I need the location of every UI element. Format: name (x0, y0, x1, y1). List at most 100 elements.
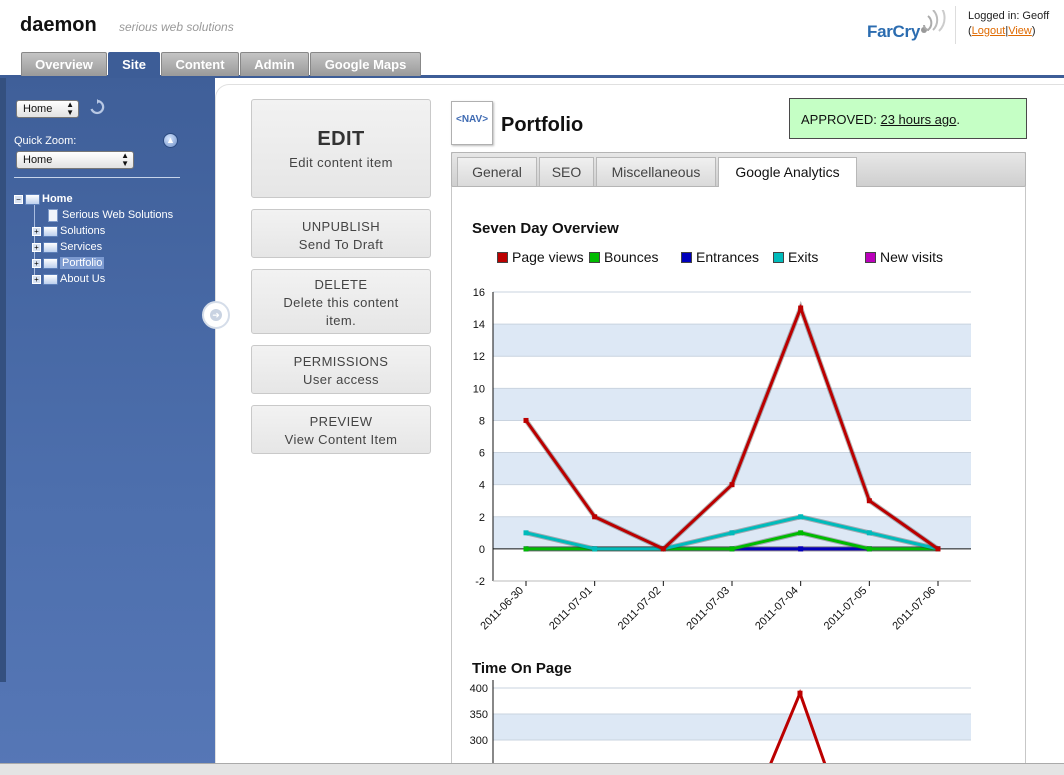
edit-button-subtitle: Edit content item (289, 155, 393, 170)
collapse-sidebar-button[interactable]: ➜ (202, 301, 230, 329)
y-tick-label: 400 (470, 683, 488, 695)
preview-button[interactable]: PREVIEW View Content Item (251, 405, 431, 454)
edit-button[interactable]: EDIT Edit content item (251, 99, 431, 198)
logout-link[interactable]: Logout (972, 25, 1006, 37)
grid-band (493, 324, 971, 357)
refresh-icon[interactable] (89, 99, 105, 115)
tab-miscellaneous[interactable]: Miscellaneous (596, 157, 716, 186)
x-tick-label: 2011-07-01 (547, 585, 595, 633)
unpublish-button[interactable]: UNPUBLISH Send To Draft (251, 209, 431, 258)
delete-button[interactable]: DELETE Delete this content item. (251, 269, 431, 334)
quick-zoom-select[interactable]: Home ▲ ▼ (16, 151, 134, 169)
legend-exits: Exits (773, 249, 818, 265)
chart-title-seven-day-overview: Seven Day Overview (472, 220, 619, 237)
data-point (729, 530, 735, 536)
tree-label: Portfolio (60, 257, 105, 269)
data-point (523, 530, 529, 536)
select-arrows-icon: ▲ ▼ (121, 151, 129, 168)
tree-node-services[interactable]: + Services (32, 240, 102, 254)
tree-node-solutions[interactable]: + Solutions (32, 224, 105, 238)
unpublish-title: UNPUBLISH (301, 219, 380, 234)
status-badge: APPROVED: 23 hours ago. (789, 98, 1027, 139)
folder-icon (43, 241, 58, 253)
permissions-title: PERMISSIONS (293, 354, 389, 369)
legend-swatch (589, 252, 600, 263)
arrow-up-icon[interactable]: ▲ (163, 133, 178, 148)
legend-swatch (681, 252, 692, 263)
data-point (866, 530, 872, 536)
legend-label: Page views (512, 249, 584, 265)
site-tagline: serious web solutions (119, 20, 234, 34)
y-tick-label: 2 (479, 512, 485, 524)
x-tick-label: 2011-07-04 (753, 585, 801, 633)
data-point (866, 498, 872, 504)
folder-icon (43, 273, 58, 285)
status-time-link[interactable]: 23 hours ago (880, 112, 956, 127)
tree-node-about-us[interactable]: + About Us (32, 272, 105, 286)
collapse-minus-icon[interactable]: − (14, 194, 23, 204)
expand-plus-icon[interactable]: + (32, 242, 41, 252)
legend-new-visits: New visits (865, 249, 943, 265)
legend-swatch (773, 252, 784, 263)
permissions-button[interactable]: PERMISSIONS User access (251, 345, 431, 394)
window-bottom-bar (0, 763, 1064, 775)
tree-node-portfolio[interactable]: + Portfolio (32, 256, 105, 270)
x-tick-label: 2011-06-30 (478, 585, 526, 633)
farcry-logo: FarCry (867, 22, 921, 41)
y-tick-label: 350 (470, 709, 488, 721)
tab-google-analytics[interactable]: Google Analytics (718, 157, 857, 187)
tree-label: Services (60, 241, 103, 253)
delete-title: DELETE (314, 277, 368, 292)
expand-plus-icon[interactable]: + (32, 258, 41, 268)
tab-site[interactable]: Site (108, 52, 160, 77)
x-tick-label: 2011-07-06 (890, 585, 938, 633)
nav-type-label: <NAV> (456, 114, 489, 125)
data-point (866, 546, 872, 552)
preview-title: PREVIEW (309, 414, 373, 429)
site-select[interactable]: Home ▲ ▼ (16, 100, 79, 118)
data-point (592, 514, 598, 520)
folder-icon (43, 257, 58, 269)
permissions-subtitle: User access (303, 372, 379, 387)
tree-node-serious-web-solutions[interactable]: Serious Web Solutions (48, 208, 173, 222)
view-link[interactable]: View (1008, 25, 1032, 37)
grid-band (493, 388, 971, 421)
sidebar (0, 78, 215, 775)
grid-band (493, 714, 971, 740)
x-tick-label: 2011-07-02 (616, 585, 664, 633)
data-point (729, 546, 735, 552)
status-label: APPROVED: (801, 112, 877, 127)
data-point (798, 530, 804, 536)
y-tick-label: 6 (479, 448, 485, 460)
chart-title-time-on-page: Time On Page (472, 660, 572, 677)
folder-icon (25, 193, 40, 205)
tab-seo[interactable]: SEO (539, 157, 594, 186)
tab-google-maps[interactable]: Google Maps (310, 52, 421, 76)
tree-label: Serious Web Solutions (62, 209, 174, 221)
y-tick-label: 8 (479, 415, 485, 427)
select-arrows-icon: ▲ ▼ (66, 100, 74, 117)
status-suffix: . (956, 112, 961, 127)
login-info: Logged in: Geoff (Logout|View) (968, 10, 1050, 37)
data-point (660, 546, 666, 552)
tab-overview[interactable]: Overview (21, 52, 107, 76)
data-point (798, 514, 804, 520)
nav-type-icon: <NAV> (451, 101, 493, 145)
tab-admin[interactable]: Admin (240, 52, 309, 76)
expand-plus-icon[interactable]: + (32, 274, 41, 284)
y-tick-label: 0 (479, 544, 485, 556)
tree-node-home[interactable]: − Home (14, 192, 73, 206)
tab-general[interactable]: General (457, 157, 537, 186)
data-point (798, 305, 804, 311)
quick-zoom-label: Quick Zoom: (14, 135, 77, 147)
expand-plus-icon[interactable]: + (32, 226, 41, 236)
site-select-value: Home (23, 103, 53, 115)
document-icon (48, 208, 58, 222)
data-point (523, 417, 529, 423)
legend-label: New visits (880, 249, 944, 265)
legend-label: Bounces (604, 249, 659, 265)
tree-label: Home (42, 193, 73, 205)
tree-label: About Us (60, 273, 106, 285)
folder-icon (43, 225, 58, 237)
tab-content[interactable]: Content (161, 52, 239, 76)
